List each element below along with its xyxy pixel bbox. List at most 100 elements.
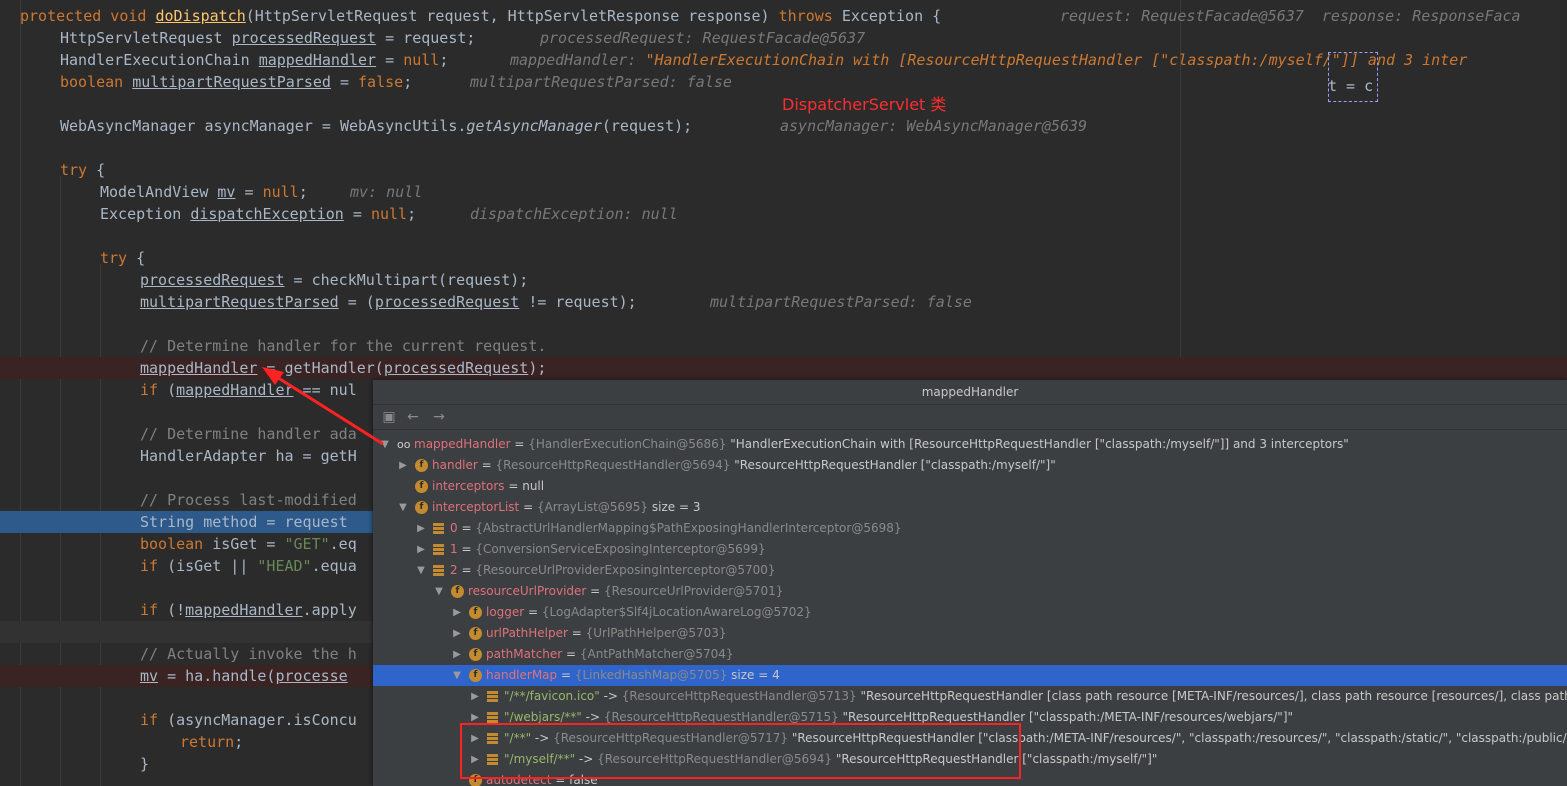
code-text: HttpServletRequest (60, 29, 232, 47)
tree-node[interactable]: ▼ f resourceUrlProvider = {ResourceUrlProv… (373, 581, 1567, 602)
node-type: {ResourceHttpRequestHandler@5713} (621, 689, 857, 703)
expand-arrow-icon[interactable]: ▼ (415, 560, 427, 581)
tree-node[interactable]: ▶ 1 = {ConversionServiceExposingIntercept… (373, 539, 1567, 560)
variable: processe (275, 667, 348, 685)
node-name: logger (486, 605, 525, 619)
tree-node[interactable]: ▶ f pathMatcher = {AntPathMatcher@5704} (373, 644, 1567, 665)
tree-node[interactable]: ▼ 2 = {ResourceUrlProviderExposingInterce… (373, 560, 1567, 581)
collapse-arrow-icon[interactable]: ▶ (469, 686, 481, 707)
node-value: "ResourceHttpRequestHandler ["classpath:… (838, 710, 1294, 724)
inline-debug-hint: mv: null (350, 183, 423, 201)
comment: // Determine handler ada (140, 425, 357, 443)
variable: processedRequest (231, 29, 377, 47)
tree-node[interactable]: f interceptors = null (373, 476, 1567, 497)
code-text: = ( (338, 293, 375, 311)
code-text: = (343, 205, 371, 223)
code-text: ( (158, 381, 177, 399)
collapse-arrow-icon[interactable]: ▶ (415, 518, 427, 539)
collapse-arrow-icon[interactable]: ▶ (451, 644, 463, 665)
code-line: WebAsyncManager asyncManager = WebAsyncU… (0, 115, 1567, 137)
tree-node[interactable]: ▼ f handlerMap = {LinkedHashMap@5705} size… (373, 665, 1567, 686)
node-text: urlPathHelper = {UrlPathHelper@5703} (486, 623, 727, 644)
node-separator: = (477, 458, 496, 472)
expand-arrow-icon[interactable]: ▼ (451, 665, 463, 686)
node-name: handlerMap (486, 668, 558, 682)
tree-node[interactable]: ▶ f logger = {LogAdapter$Slf4jLocationAwar… (373, 602, 1567, 623)
field-icon: f (469, 627, 482, 640)
tree-node[interactable]: ▶ 0 = {AbstractUrlHandlerMapping$PathExpo… (373, 518, 1567, 539)
variable: multipartRequestParsed (132, 73, 331, 91)
node-separator: = (567, 626, 586, 640)
node-text: handler = {ResourceHttpRequestHandler@56… (432, 455, 1056, 476)
keyword: null (370, 205, 408, 223)
node-text: logger = {LogAdapter$Slf4jLocationAwareL… (486, 602, 812, 623)
code-text: ; (403, 73, 413, 91)
list-entry-icon (487, 691, 498, 702)
node-type: {AntPathMatcher@5704} (579, 647, 734, 661)
code-text: .equa (311, 557, 357, 575)
variable: processedRequest (374, 293, 520, 311)
breakpoint-line: mappedHandler = getHandler(processedRequ… (0, 357, 1567, 379)
code-text: ModelAndView (100, 183, 218, 201)
tree-node[interactable]: ▶ f handler = {ResourceHttpRequestHandler@… (373, 455, 1567, 476)
variable: mappedHandler (258, 51, 377, 69)
watch-icon: oo (397, 438, 411, 451)
inline-debug-hint: multipartRequestParsed: false (710, 293, 972, 311)
list-entry-icon (487, 712, 498, 723)
node-value: "ResourceHttpRequestHandler ["classpath:… (730, 458, 1056, 472)
field-icon: f (469, 648, 482, 661)
code-text: = ha.handle( (158, 667, 276, 685)
forward-arrow-icon[interactable]: → (431, 409, 447, 425)
popup-title: mappedHandler (373, 380, 1567, 405)
expand-arrow-icon[interactable]: ▼ (433, 581, 445, 602)
field-icon: f (415, 480, 428, 493)
tree-node[interactable]: ▶ f urlPathHelper = {UrlPathHelper@5703} (373, 623, 1567, 644)
node-type: {ResourceHttpRequestHandler@5715} (603, 710, 839, 724)
variable: processedRequest (140, 271, 285, 289)
field-icon: f (469, 606, 482, 619)
code-text: ; (439, 51, 449, 69)
code-text: isGet = (212, 535, 285, 553)
method-name: doDispatch (155, 7, 246, 25)
comment: // Process last-modified (140, 491, 357, 509)
code-line: processedRequest = checkMultipart(reques… (0, 269, 1567, 291)
code-text: Exception { (841, 7, 942, 25)
navigate-icon[interactable]: ▣ (381, 409, 397, 425)
code-text: (isGet || (158, 557, 258, 575)
back-arrow-icon[interactable]: ← (405, 409, 421, 425)
node-name: "/webjars/**" (504, 710, 582, 724)
list-entry-icon (433, 523, 444, 534)
node-separator: -> (581, 710, 604, 724)
collapse-arrow-icon[interactable]: ▶ (451, 602, 463, 623)
expand-arrow-icon[interactable]: ▼ (397, 497, 409, 518)
collapse-arrow-icon[interactable]: ▶ (397, 455, 409, 476)
tree-node[interactable]: ▼ oo mappedHandler = {HandlerExecutionChai… (373, 434, 1567, 455)
node-name: pathMatcher (486, 647, 563, 661)
code-text: (request); (601, 117, 693, 135)
string-literal: "HEAD" (257, 557, 312, 575)
node-name: urlPathHelper (486, 626, 568, 640)
node-text: 1 = {ConversionServiceExposingIntercepto… (450, 539, 766, 560)
collapse-arrow-icon[interactable]: ▶ (415, 539, 427, 560)
tree-node[interactable]: ▶ "/**/favicon.ico" -> {ResourceHttpReque… (373, 686, 1567, 707)
node-type: {UrlPathHelper@5703} (585, 626, 727, 640)
inline-debug-hint: mappedHandler: (510, 51, 646, 69)
popup-toolbar: ▣ ← → (373, 405, 1567, 430)
node-text: handlerMap = {LinkedHashMap@5705} size =… (486, 665, 780, 686)
code-text: ; (407, 205, 417, 223)
node-separator: = (519, 500, 537, 514)
node-type: {ResourceUrlProviderExposingInterceptor@… (475, 563, 776, 577)
inline-debug-hint: processedRequest: RequestFacade@5637 (540, 29, 866, 47)
code-text: = request; (376, 29, 476, 47)
field-icon: f (469, 669, 482, 682)
code-text: HandlerExecutionChain (60, 51, 259, 69)
code-line: try { (0, 247, 1567, 269)
collapse-arrow-icon[interactable]: ▶ (451, 623, 463, 644)
node-separator: = (524, 605, 542, 619)
keyword: if (140, 557, 159, 575)
tree-node[interactable]: ▼ f interceptorList = {ArrayList@5695} siz… (373, 497, 1567, 518)
keyword: throws (778, 7, 842, 25)
node-text: interceptorList = {ArrayList@5695} size … (432, 497, 700, 518)
node-type: {ResourceUrlProvider@5701} (604, 584, 784, 598)
expand-arrow-icon[interactable]: ▼ (379, 434, 391, 455)
